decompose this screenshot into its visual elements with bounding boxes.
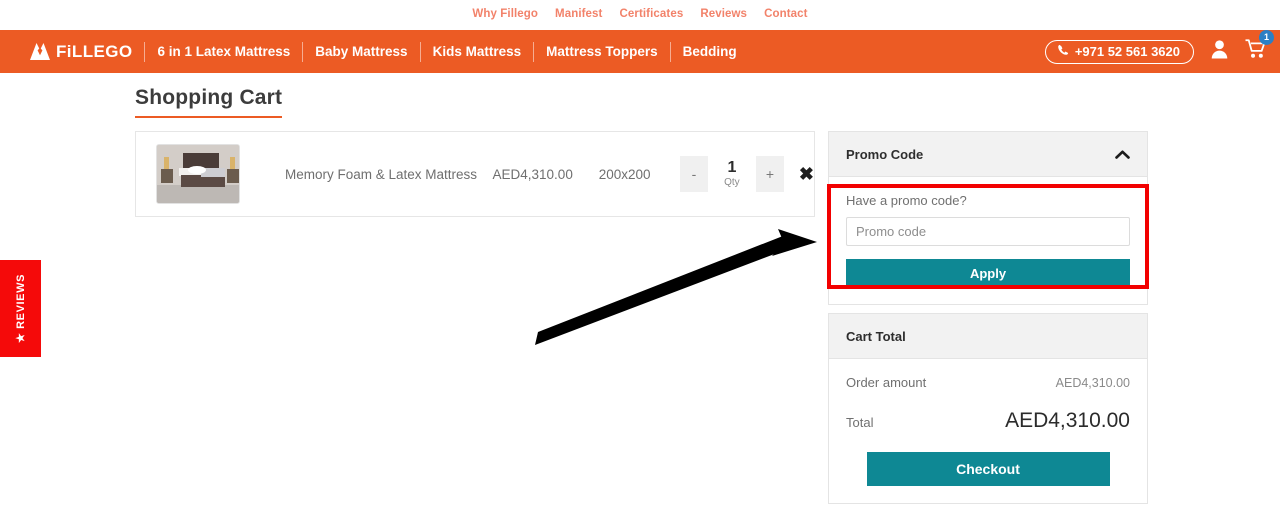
- total-row: Total AED4,310.00: [846, 409, 1130, 433]
- phone-number-text: +971 52 561 3620: [1074, 43, 1180, 59]
- account-button[interactable]: [1210, 39, 1229, 64]
- header-divider-3: [533, 41, 535, 62]
- total-value: AED4,310.00: [1005, 409, 1130, 432]
- checkout-button[interactable]: Checkout: [866, 452, 1110, 486]
- user-icon: [1210, 39, 1229, 64]
- topbar-link-why-fillego[interactable]: Why Fillego: [472, 8, 538, 20]
- mountain-mark-icon: [29, 42, 51, 61]
- increase-quantity-button[interactable]: +: [755, 156, 784, 192]
- product-thumbnail[interactable]: [156, 144, 240, 204]
- cart-count-badge: 1: [1259, 30, 1274, 45]
- quantity-stepper: - 1 Qty +: [679, 156, 784, 192]
- topbar-link-contact[interactable]: Contact: [764, 8, 808, 20]
- cart-items-panel: Memory Foam & Latex Mattress AED4,310.00…: [135, 131, 815, 217]
- order-amount-value: AED4,310.00: [1055, 376, 1130, 390]
- promo-panel-body: Have a promo code? Apply: [829, 177, 1147, 304]
- nav-item-kids-mattress[interactable]: Kids Mattress: [433, 44, 522, 59]
- phone-button[interactable]: +971 52 561 3620: [1044, 39, 1194, 64]
- header-divider-2: [419, 41, 421, 62]
- product-name[interactable]: Memory Foam & Latex Mattress: [285, 167, 493, 182]
- primary-nav: 6 in 1 Latex Mattress Baby Mattress Kids…: [157, 41, 737, 62]
- promo-code-input[interactable]: [846, 217, 1130, 246]
- nav-item-bedding[interactable]: Bedding: [683, 44, 737, 59]
- nav-item-baby-mattress[interactable]: Baby Mattress: [315, 44, 407, 59]
- top-utility-bar: Why Fillego Manifest Certificates Review…: [0, 0, 1280, 28]
- page-root: Why Fillego Manifest Certificates Review…: [0, 0, 1280, 515]
- cart-total-panel: Cart Total Order amount AED4,310.00 Tota…: [828, 313, 1148, 504]
- total-label: Total: [846, 415, 874, 430]
- promo-code-panel: Promo Code Have a promo code? Apply: [828, 131, 1148, 305]
- promo-prompt-text: Have a promo code?: [846, 193, 967, 208]
- quantity-value: 1 Qty: [715, 159, 749, 189]
- quantity-label: Qty: [724, 177, 740, 189]
- topbar-link-certificates[interactable]: Certificates: [619, 8, 683, 20]
- topbar-link-manifest[interactable]: Manifest: [555, 8, 602, 20]
- logo-text: FiLLEGO: [56, 41, 133, 61]
- cart-total-header: Cart Total: [829, 314, 1147, 359]
- apply-promo-button[interactable]: Apply: [846, 259, 1130, 287]
- chevron-up-icon[interactable]: [1115, 150, 1130, 159]
- page-title: Shopping Cart: [135, 86, 283, 118]
- cart-total-title: Cart Total: [846, 328, 906, 344]
- reviews-tab-label: ★ REVIEWS: [15, 273, 27, 344]
- cart-button[interactable]: 1: [1245, 30, 1274, 64]
- cart-total-body: Order amount AED4,310.00 Total AED4,310.…: [829, 359, 1147, 503]
- quantity-number: 1: [727, 159, 737, 177]
- reviews-side-tab[interactable]: ★ REVIEWS: [0, 260, 41, 357]
- promo-panel-header[interactable]: Promo Code: [829, 132, 1147, 177]
- order-amount-row: Order amount AED4,310.00: [846, 375, 1130, 390]
- remove-item-icon[interactable]: ✖: [799, 165, 814, 183]
- order-amount-label: Order amount: [846, 375, 927, 390]
- header-divider-4: [669, 41, 671, 62]
- phone-icon: [1057, 44, 1069, 59]
- decrease-quantity-button[interactable]: -: [679, 156, 708, 192]
- header-actions: +971 52 561 3620 1: [1044, 30, 1274, 64]
- product-size: 200x200: [598, 166, 651, 182]
- product-price: AED4,310.00: [492, 166, 573, 182]
- main-header: FiLLEGO 6 in 1 Latex Mattress Baby Mattr…: [0, 30, 1280, 73]
- promo-panel-title: Promo Code: [846, 146, 924, 162]
- header-divider-1: [302, 41, 304, 62]
- nav-item-6-in-1-latex-mattress[interactable]: 6 in 1 Latex Mattress: [157, 44, 290, 59]
- topbar-link-reviews[interactable]: Reviews: [700, 8, 747, 20]
- nav-item-mattress-toppers[interactable]: Mattress Toppers: [546, 44, 658, 59]
- header-divider-0: [144, 41, 146, 62]
- site-logo[interactable]: FiLLEGO: [29, 42, 132, 62]
